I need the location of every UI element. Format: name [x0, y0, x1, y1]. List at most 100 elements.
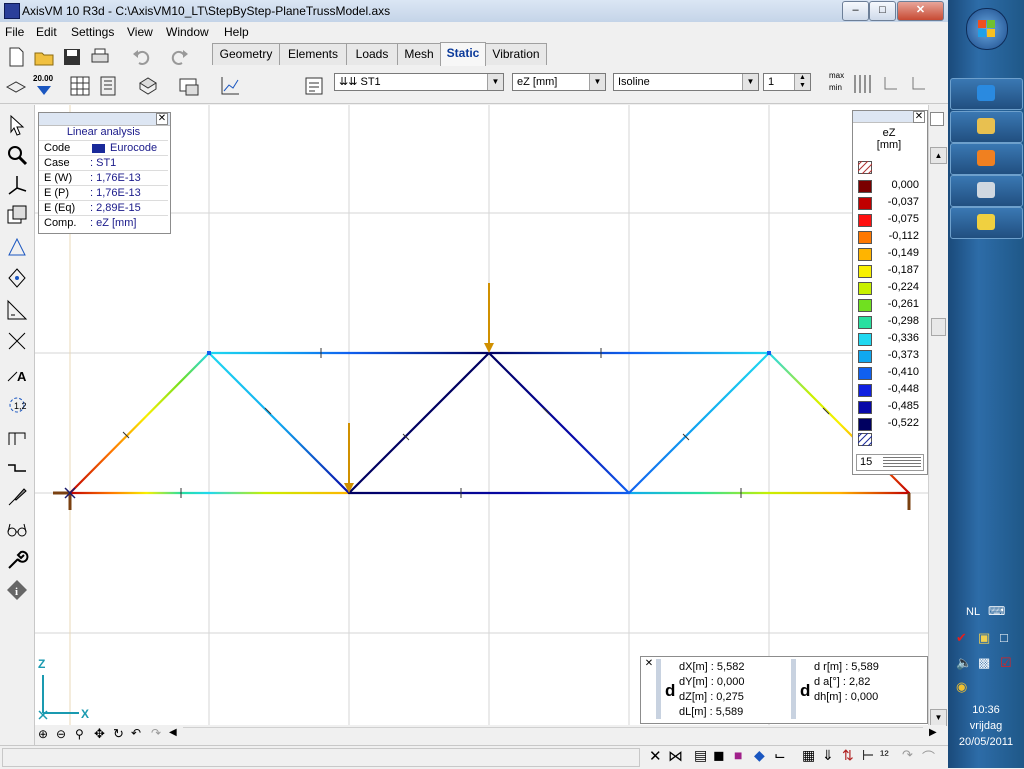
workplane-icon[interactable]: [5, 425, 29, 449]
menu-file[interactable]: File: [5, 25, 24, 39]
render-icon[interactable]: [5, 203, 29, 227]
clock-time[interactable]: 10:36: [948, 704, 1024, 716]
legend-swatch[interactable]: [858, 367, 872, 380]
loads-view-icon[interactable]: ⇅: [842, 747, 854, 764]
legend-swatch[interactable]: [858, 350, 872, 363]
app-icon[interactable]: [4, 3, 20, 19]
dimension-icon[interactable]: [5, 329, 29, 353]
diagram-view-icon[interactable]: [219, 75, 241, 97]
view-axes-icon[interactable]: [5, 173, 29, 197]
zoom-out-icon[interactable]: ⊖: [56, 727, 66, 741]
start-button[interactable]: [966, 8, 1008, 50]
legend-swatch[interactable]: [858, 265, 872, 278]
tab-elements[interactable]: Elements: [279, 43, 347, 65]
path-icon[interactable]: [5, 455, 29, 479]
taskbar-media-button[interactable]: [950, 143, 1023, 175]
tray-app-icon[interactable]: ◉: [956, 679, 967, 695]
report-icon[interactable]: [97, 75, 119, 97]
arc-icon[interactable]: ⌒: [922, 747, 935, 766]
undo-icon[interactable]: [131, 46, 153, 68]
maximize-button[interactable]: □: [869, 1, 896, 21]
table-grid-icon[interactable]: ▦: [802, 747, 815, 764]
flag-alert-icon[interactable]: ☑: [1000, 655, 1012, 671]
menu-edit[interactable]: Edit: [36, 25, 57, 39]
local-axes-icon[interactable]: ⊢: [862, 747, 874, 764]
brush-icon[interactable]: [5, 485, 29, 509]
minimize-button[interactable]: –: [842, 1, 869, 21]
network-icon[interactable]: ▩: [978, 655, 990, 671]
zoom-window-icon[interactable]: ⚲: [75, 727, 84, 741]
snap-node-icon[interactable]: ◼: [713, 747, 725, 764]
redo-icon[interactable]: [168, 46, 190, 68]
legend-swatch[interactable]: [858, 299, 872, 312]
snap-cross-icon[interactable]: ✕: [649, 747, 662, 765]
keyboard-icon[interactable]: ⌨: [988, 604, 1005, 618]
open-folder-icon[interactable]: [33, 46, 55, 68]
menu-window[interactable]: Window: [166, 25, 209, 39]
save-icon[interactable]: [61, 46, 83, 68]
tab-mesh[interactable]: Mesh: [397, 43, 441, 65]
pan-icon[interactable]: ✥: [94, 726, 105, 742]
tab-loads[interactable]: Loads: [346, 43, 398, 65]
legend-swatch[interactable]: [858, 180, 872, 193]
taskbar-explorer-button[interactable]: [950, 111, 1023, 143]
columns-icon[interactable]: [851, 73, 873, 95]
load-case-select[interactable]: ⇊⇊ ST1 ▼: [334, 73, 504, 91]
antivirus-tray-icon[interactable]: ✔: [956, 630, 967, 646]
zoom-in-icon[interactable]: ⊕: [38, 727, 48, 741]
zoom-previous-icon[interactable]: ↶: [131, 726, 141, 740]
snap-list-icon[interactable]: ▤: [694, 747, 707, 764]
wrench-icon[interactable]: [5, 548, 29, 572]
legend-swatch[interactable]: [858, 418, 872, 431]
table-icon[interactable]: [69, 75, 91, 97]
numbering-icon[interactable]: ¹²: [880, 747, 889, 762]
taskbar-recycle-button[interactable]: [950, 175, 1023, 207]
volume-icon[interactable]: 🔈: [956, 655, 972, 671]
new-file-icon[interactable]: [5, 46, 27, 68]
legend-swatch[interactable]: [858, 248, 872, 261]
vertical-scrollbar[interactable]: ▲ ▼: [928, 105, 947, 726]
info-panel-close-icon[interactable]: ✕: [156, 113, 168, 125]
supports-view-icon[interactable]: ⇓: [822, 747, 834, 764]
scale-icon[interactable]: 20.00: [33, 74, 55, 96]
measure-close-icon[interactable]: ✕: [644, 659, 654, 669]
legend-swatch[interactable]: [858, 214, 872, 227]
info-icon[interactable]: i: [5, 578, 29, 602]
legend-swatch[interactable]: [858, 401, 872, 414]
print-icon[interactable]: [89, 46, 111, 68]
snap-grid-icon[interactable]: ⋈: [668, 747, 683, 765]
legend-swatch[interactable]: [858, 282, 872, 295]
measure-panel[interactable]: ✕ d dX[m] : 5,582 dY[m] : 0,000 dZ[m] : …: [640, 656, 928, 724]
menu-view[interactable]: View: [127, 25, 153, 39]
legend-swatch[interactable]: [858, 333, 872, 346]
tab-static[interactable]: Static: [440, 42, 486, 66]
horizontal-scrollbar[interactable]: [183, 727, 923, 743]
display-mode-select[interactable]: Isoline ▼: [613, 73, 759, 91]
legend-swatch[interactable]: [858, 197, 872, 210]
tray-device-icon[interactable]: □: [1000, 630, 1008, 645]
report-maker-icon[interactable]: [137, 75, 159, 97]
scroll-down-button[interactable]: ▼: [930, 709, 947, 726]
snap-color-icon[interactable]: ■: [734, 747, 742, 763]
force-f-icon[interactable]: [908, 73, 930, 95]
legend-close-icon[interactable]: ✕: [913, 111, 925, 123]
node-numbering-icon[interactable]: [5, 235, 29, 259]
glasses-icon[interactable]: [5, 517, 29, 541]
view-mode-icon[interactable]: ↷: [902, 747, 913, 763]
result-settings-icon[interactable]: [303, 75, 325, 97]
close-button[interactable]: ✕: [897, 1, 944, 21]
annotation-icon[interactable]: A: [5, 361, 29, 385]
pane-restore-icon[interactable]: [930, 112, 944, 126]
component-select[interactable]: eZ [mm] ▼: [512, 73, 606, 91]
legend-swatch[interactable]: [858, 384, 872, 397]
layers-icon[interactable]: [5, 75, 27, 97]
geometry-tools-icon[interactable]: [5, 266, 29, 290]
analysis-info-panel[interactable]: ✕ Linear analysis Code Eurocode Case: ST…: [38, 112, 171, 234]
language-indicator[interactable]: NL: [966, 606, 980, 618]
legend-swatch[interactable]: [858, 316, 872, 329]
page-stepper[interactable]: 1 ▲ ▼: [763, 73, 811, 91]
scroll-left-arrow[interactable]: ◀: [169, 727, 177, 738]
rotate-icon[interactable]: 1,2: [5, 393, 29, 417]
legend-swatch[interactable]: [858, 231, 872, 244]
force-icon[interactable]: [880, 73, 902, 95]
